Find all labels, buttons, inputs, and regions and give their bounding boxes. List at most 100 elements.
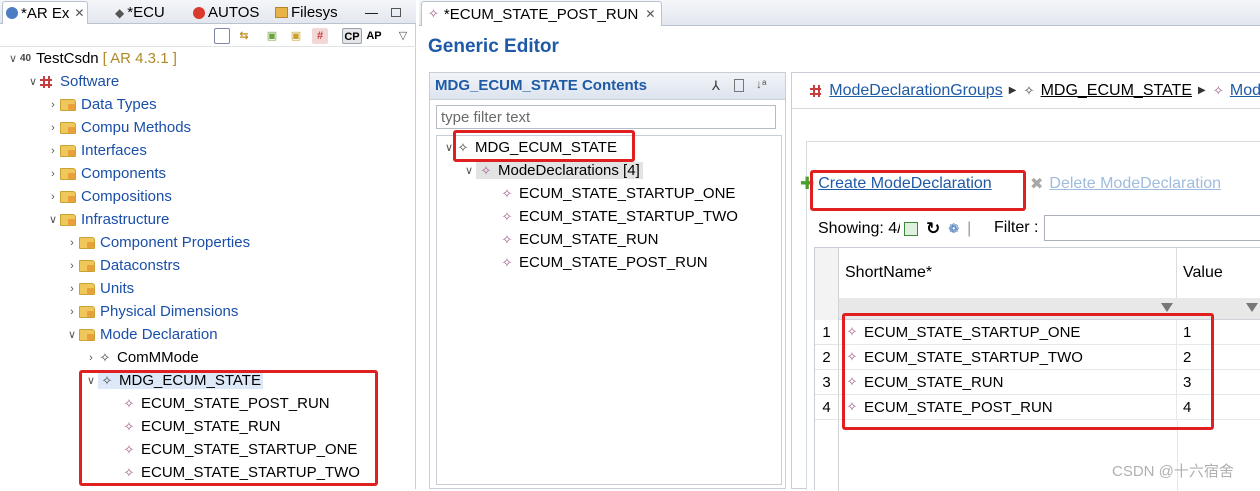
maximize-icon <box>391 8 401 17</box>
project-icon: 40 <box>20 53 32 64</box>
link-editor-icon[interactable]: ⇆ <box>236 28 252 44</box>
tab-autosar[interactable]: AUTOS <box>190 1 262 24</box>
contents-root-item[interactable]: ∨ ✧ MDG_ECUM_STATE <box>442 136 617 159</box>
column-header-shortname[interactable]: ShortName* <box>839 248 1177 298</box>
tree-item-mdg-ecum-state[interactable]: ∨ ✧ MDG_ECUM_STATE <box>84 369 263 392</box>
adaptive-platform-toggle[interactable]: AP <box>364 28 384 44</box>
chevron-right-icon[interactable]: › <box>46 122 60 134</box>
chevron-right-icon[interactable]: › <box>46 168 60 180</box>
tab-ecum-state-post-run[interactable]: ✧ *ECUM_STATE_POST_RUN ✕ <box>421 1 663 26</box>
chevron-right-icon[interactable]: › <box>84 352 98 364</box>
column-header-value[interactable]: Value <box>1177 248 1260 298</box>
chevron-down-icon[interactable]: ∨ <box>6 52 20 65</box>
delete-modedeclaration-button[interactable]: ✖ Delete ModeDeclaration <box>1030 174 1221 194</box>
tree-item-mode[interactable]: ✧ ECUM_STATE_POST_RUN <box>122 392 330 415</box>
grid-icon <box>810 84 822 97</box>
chevron-right-icon[interactable]: › <box>46 191 60 203</box>
chevron-down-icon[interactable]: ∨ <box>442 141 456 154</box>
table-filter-input[interactable] <box>1044 215 1260 241</box>
tree-item-dataconstrs[interactable]: › Dataconstrs <box>65 254 180 277</box>
tree-item-interfaces[interactable]: › Interfaces <box>46 139 147 162</box>
mode-group-icon: ✧ <box>1023 82 1035 98</box>
tree-item-units[interactable]: › Units <box>65 277 134 300</box>
value-filter-strip[interactable] <box>1177 298 1260 320</box>
document-icon[interactable] <box>734 79 744 92</box>
tree-item-components[interactable]: › Components <box>46 162 166 185</box>
mode-icon: ✧ <box>480 162 492 178</box>
tree-item-mode[interactable]: ✧ ECUM_STATE_RUN <box>122 415 281 438</box>
mode-group-icon: ✧ <box>99 349 111 365</box>
minimize-button[interactable]: — <box>362 1 381 24</box>
mode-icon: ✧ <box>428 6 439 21</box>
chevron-down-icon[interactable]: ∨ <box>26 75 40 88</box>
close-icon[interactable]: ✕ <box>74 6 84 20</box>
funnel-icon[interactable] <box>1246 303 1258 312</box>
contents-group-item[interactable]: ∨ ✧ ModeDeclarations [4] <box>462 159 643 182</box>
value-cell[interactable]: 1 <box>1177 320 1260 345</box>
refresh-icon[interactable]: ↻ <box>926 219 940 239</box>
folder-icon <box>79 259 95 272</box>
chevron-right-icon[interactable]: › <box>65 237 79 249</box>
tree-item-mode[interactable]: ✧ ECUM_STATE_STARTUP_ONE <box>122 438 358 461</box>
mode-icon: ✧ <box>123 464 135 480</box>
value-cell[interactable]: 4 <box>1177 395 1260 420</box>
expand-icon[interactable]: ⅄ <box>712 78 720 94</box>
table-row[interactable]: ✧ ECUM_STATE_STARTUP_ONE <box>839 320 1177 345</box>
tree-item-compu-methods[interactable]: › Compu Methods <box>46 116 191 139</box>
tab-filesystem[interactable]: Filesys <box>272 1 341 24</box>
selected-item: ✧ MDG_ECUM_STATE <box>98 372 263 389</box>
settings-icon[interactable]: ❁ <box>948 221 959 237</box>
chevron-down-icon[interactable]: ∨ <box>46 213 60 226</box>
filter-icon-1[interactable]: ▣ <box>264 28 280 44</box>
folder-icon <box>79 328 95 341</box>
contents-list-item[interactable]: ✧ ECUM_STATE_POST_RUN <box>500 251 708 274</box>
breadcrumb-link-mode[interactable]: Mod <box>1230 82 1260 100</box>
editor-tab-bar: ✧ *ECUM_STATE_POST_RUN ✕ <box>419 0 1260 26</box>
create-modedeclaration-button[interactable]: ✚ Create ModeDeclaration <box>800 174 992 194</box>
contents-filter-input[interactable] <box>436 105 776 129</box>
table-row[interactable]: ✧ ECUM_STATE_RUN <box>839 370 1177 395</box>
value-cell[interactable]: 3 <box>1177 370 1260 395</box>
tree-item-data-types[interactable]: › Data Types <box>46 93 156 116</box>
chevron-right-icon[interactable]: › <box>65 260 79 272</box>
tab-ecu[interactable]: ◆ *ECU <box>112 1 168 24</box>
filter-icon-2[interactable]: ▣ <box>288 28 304 44</box>
breadcrumb-link-groups[interactable]: ModeDeclarationGroups <box>829 82 1002 100</box>
tree-item-mode-declaration[interactable]: ∨ Mode Declaration <box>65 323 218 346</box>
view-menu-icon[interactable]: ▽ <box>395 28 411 44</box>
tree-item-commmode[interactable]: › ✧ ComMMode <box>84 346 199 369</box>
chevron-right-icon[interactable]: › <box>46 145 60 157</box>
value-cell[interactable]: 2 <box>1177 345 1260 370</box>
mode-group-icon: ✧ <box>457 139 469 155</box>
chevron-right-icon[interactable]: › <box>65 306 79 318</box>
chevron-right-icon[interactable]: › <box>46 99 60 111</box>
sort-icon[interactable]: ↓ᵃ <box>756 77 766 91</box>
tree-item-physical-dimensions[interactable]: › Physical Dimensions <box>65 300 238 323</box>
chevron-down-icon[interactable]: ∨ <box>462 164 476 177</box>
chevron-down-icon[interactable]: ∨ <box>65 328 79 341</box>
contents-list-item[interactable]: ✧ ECUM_STATE_STARTUP_ONE <box>500 182 736 205</box>
funnel-icon[interactable] <box>1161 303 1173 312</box>
chevron-right-icon[interactable]: › <box>65 283 79 295</box>
shortname-filter-strip[interactable] <box>839 298 1177 320</box>
collapse-all-icon[interactable] <box>214 28 230 44</box>
tree-item-software[interactable]: ∨ Software <box>26 70 119 93</box>
contents-list-item[interactable]: ✧ ECUM_STATE_STARTUP_TWO <box>500 205 738 228</box>
close-icon[interactable]: ✕ <box>645 7 655 21</box>
export-icon[interactable] <box>904 222 918 236</box>
tree-item-infrastructure[interactable]: ∨ Infrastructure <box>46 208 169 231</box>
classic-platform-toggle[interactable]: CP <box>342 28 362 44</box>
contents-list-item[interactable]: ✧ ECUM_STATE_RUN <box>500 228 659 251</box>
maximize-button[interactable] <box>388 1 404 24</box>
grid-filter-icon[interactable]: # <box>312 28 328 44</box>
tree-item-project[interactable]: ∨ 40 TestCsdn [ AR 4.3.1 ] <box>6 47 177 70</box>
breadcrumb-link-mdg[interactable]: MDG_ECUM_STATE <box>1041 82 1192 100</box>
chevron-down-icon[interactable]: ∨ <box>84 374 98 387</box>
tree-item-component-properties[interactable]: › Component Properties <box>65 231 250 254</box>
table-row[interactable]: ✧ ECUM_STATE_STARTUP_TWO <box>839 345 1177 370</box>
table-row[interactable]: ✧ ECUM_STATE_POST_RUN <box>839 395 1177 420</box>
project-explorer-pane: *AR Ex ✕ ◆ *ECU AUTOS Filesys — ⇆ ▣ ▣ # … <box>0 0 416 489</box>
tab-ar-explorer[interactable]: *AR Ex ✕ <box>2 1 89 24</box>
tree-item-compositions[interactable]: › Compositions <box>46 185 172 208</box>
tree-item-mode[interactable]: ✧ ECUM_STATE_STARTUP_TWO <box>122 461 360 484</box>
